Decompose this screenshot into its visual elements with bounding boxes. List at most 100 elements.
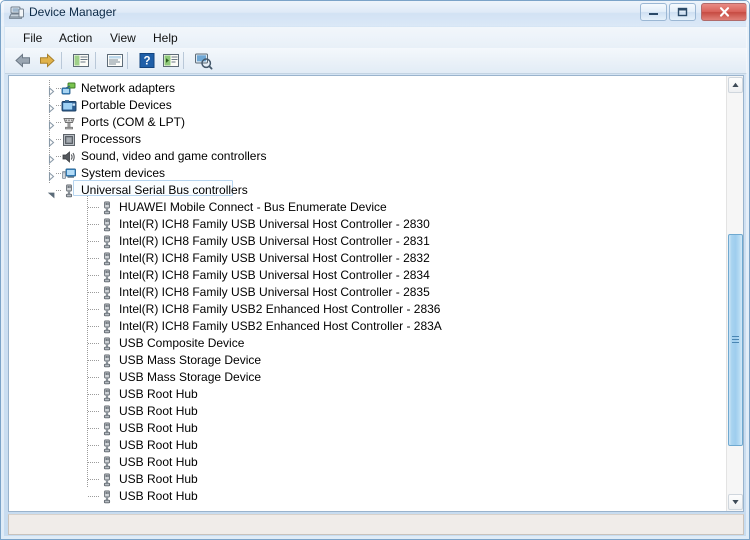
update-driver-icon[interactable] [105,51,125,70]
chevron-down-icon[interactable] [47,187,56,199]
tree-item-network-adapters[interactable]: Network adapters [9,80,727,97]
usb-icon [99,387,115,403]
tree-guide-line [88,343,99,344]
tree-item-usb-child[interactable]: USB Root Hub [9,437,727,454]
status-bar [8,514,744,535]
tree-item-label: USB Mass Storage Device [119,353,262,367]
tree-item-usb-child[interactable]: Intel(R) ICH8 Family USB2 Enhanced Host … [9,318,727,335]
chevron-right-icon[interactable] [47,84,56,97]
scan-hardware-icon[interactable] [161,51,181,70]
usb-icon [99,319,115,335]
scrollbar-thumb[interactable] [728,234,743,446]
tree-item-usb-child[interactable]: USB Root Hub [9,488,727,505]
usb-icon [99,353,115,369]
tree-item-usb-child[interactable]: Intel(R) ICH8 Family USB Universal Host … [9,267,727,284]
tree-item-label: Network adapters [81,81,176,95]
tree-item-usb-child[interactable]: USB Composite Device [9,335,727,352]
tree-item-label: Sound, video and game controllers [81,149,267,163]
maximize-icon [670,4,695,20]
port-icon [61,115,77,131]
usb-icon [99,268,115,284]
window-title: Device Manager [29,5,117,19]
tree-item-label: Intel(R) ICH8 Family USB Universal Host … [119,285,430,299]
usb-icon [99,455,115,471]
tree-item-portable-devices[interactable]: Portable Devices [9,97,727,114]
close-icon [702,4,746,20]
chevron-right-icon[interactable] [47,101,56,114]
scroll-down-button[interactable] [728,494,743,510]
speaker-icon [61,149,77,165]
system-device-icon [61,166,77,182]
usb-icon [99,404,115,420]
tree-item-label: Intel(R) ICH8 Family USB2 Enhanced Host … [119,319,442,333]
usb-icon [99,336,115,352]
tree-item-usb-child[interactable]: Intel(R) ICH8 Family USB2 Enhanced Host … [9,301,727,318]
title-bar[interactable]: Device Manager [1,1,749,26]
tree-item-label: USB Root Hub [119,472,198,486]
tree-guide-line [88,496,99,497]
device-manager-window: Device Manager File Action View Help ? N… [0,0,750,540]
tree-item-system-devices[interactable]: System devices [9,165,727,182]
menu-action[interactable]: Action [53,30,98,46]
tree-item-usb-child[interactable]: USB Root Hub [9,471,727,488]
usb-icon [99,302,115,318]
computer-icon [8,5,25,21]
tree-guide-line [88,309,99,310]
tree-item-label: USB Root Hub [119,455,198,469]
usb-icon [99,200,115,216]
menu-bar: File Action View Help [5,27,747,49]
minimize-button[interactable] [640,3,667,21]
tree-guide-line [88,360,99,361]
tree-guide-line [88,445,99,446]
tree-item-label: Processors [81,132,142,146]
tree-item-ports[interactable]: Ports (COM & LPT) [9,114,727,131]
tree-item-label: USB Mass Storage Device [119,370,262,384]
toolbar-separator [127,52,128,69]
chevron-right-icon[interactable] [47,118,56,131]
tree-item-usb-child[interactable]: USB Root Hub [9,386,727,403]
device-tree[interactable]: Network adapters Portable Devices Ports … [9,76,727,511]
tree-item-sound-video-game-controllers[interactable]: Sound, video and game controllers [9,148,727,165]
tree-item-label: Intel(R) ICH8 Family USB2 Enhanced Host … [119,302,441,316]
usb-icon [99,472,115,488]
tree-guide-line [88,377,99,378]
tree-item-universal-serial-bus-controllers[interactable]: Universal Serial Bus controllers [9,182,727,199]
tree-item-usb-child[interactable]: Intel(R) ICH8 Family USB Universal Host … [9,233,727,250]
properties-icon[interactable] [71,51,91,70]
usb-icon [99,489,115,505]
tree-item-usb-child[interactable]: Intel(R) ICH8 Family USB Universal Host … [9,250,727,267]
tree-item-usb-child[interactable]: Intel(R) ICH8 Family USB Universal Host … [9,284,727,301]
tree-item-processors[interactable]: Processors [9,131,727,148]
chevron-right-icon[interactable] [47,169,56,182]
menu-view[interactable]: View [104,30,142,46]
disable-device-icon[interactable] [193,51,213,70]
tree-item-label: Portable Devices [81,98,172,112]
menu-help[interactable]: Help [147,30,184,46]
tree-item-usb-child[interactable]: USB Root Hub [9,403,727,420]
tree-item-usb-child[interactable]: USB Mass Storage Device [9,369,727,386]
vertical-scrollbar[interactable] [726,76,743,511]
thumb-grip [732,342,739,343]
toolbar: ? [5,48,747,74]
tree-item-usb-child[interactable]: USB Root Hub [9,420,727,437]
menu-file[interactable]: File [17,30,48,46]
tree-guide-line [88,241,99,242]
close-button[interactable] [701,3,747,21]
chevron-right-icon[interactable] [47,135,56,148]
scroll-up-button[interactable] [728,77,743,93]
usb-icon [99,285,115,301]
tree-item-usb-child[interactable]: HUAWEI Mobile Connect - Bus Enumerate De… [9,199,727,216]
tree-item-usb-child[interactable]: USB Mass Storage Device [9,352,727,369]
tree-item-usb-child[interactable]: USB Root Hub [9,454,727,471]
tree-item-usb-child[interactable]: Intel(R) ICH8 Family USB Universal Host … [9,216,727,233]
toolbar-separator [61,52,62,69]
tree-item-label: USB Root Hub [119,404,198,418]
tree-item-label: Intel(R) ICH8 Family USB Universal Host … [119,251,430,265]
toolbar-separator [95,52,96,69]
back-arrow-icon[interactable] [13,51,33,70]
forward-arrow-icon[interactable] [37,51,57,70]
help-icon[interactable]: ? [137,51,157,70]
maximize-button[interactable] [669,3,696,21]
chevron-right-icon[interactable] [47,152,56,165]
tree-item-label: Intel(R) ICH8 Family USB Universal Host … [119,268,430,282]
